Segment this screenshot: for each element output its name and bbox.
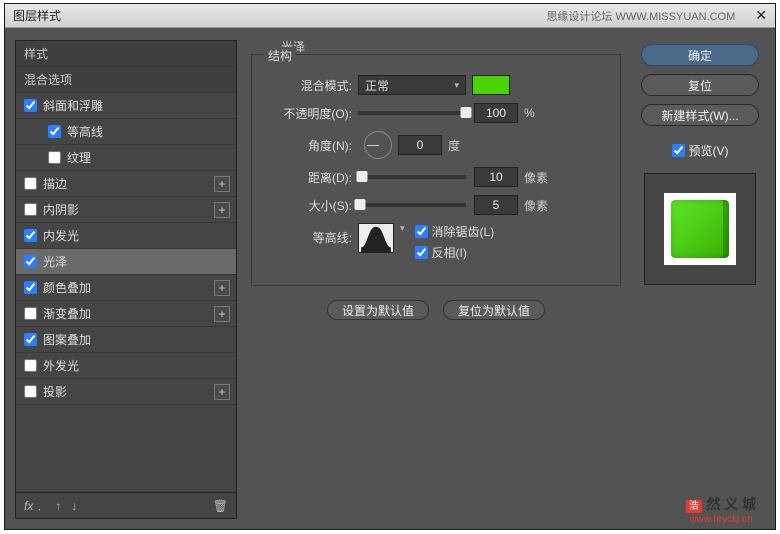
distance-input[interactable]: 10: [474, 167, 518, 187]
angle-unit: 度: [448, 137, 460, 154]
fieldset-legend: 结构: [264, 47, 296, 64]
blend-mode-row: 混合模式: 正常 ▾: [262, 75, 610, 95]
sidebar-item-bevel[interactable]: 斜面和浮雕: [16, 93, 236, 119]
size-label: 大小(S):: [262, 197, 358, 214]
chevron-down-icon[interactable]: ▾: [400, 223, 405, 234]
sidebar-item-texture[interactable]: 纹理: [16, 145, 236, 171]
right-panel: 确定 复位 新建样式(W)... 预览(V): [635, 40, 765, 519]
blend-mode-label: 混合模式:: [262, 77, 358, 94]
size-input[interactable]: 5: [474, 195, 518, 215]
plus-icon[interactable]: +: [214, 176, 230, 192]
distance-slider[interactable]: [358, 175, 466, 179]
ok-button[interactable]: 确定: [641, 44, 759, 66]
arrow-up-icon[interactable]: ↑: [55, 499, 61, 513]
sidebar-item-satin[interactable]: 光泽: [16, 249, 236, 275]
opacity-row: 不透明度(O): 100 %: [262, 103, 610, 123]
stroke-checkbox[interactable]: [24, 177, 37, 190]
sidebar-item-outer-glow[interactable]: 外发光: [16, 353, 236, 379]
sidebar-item-inner-glow[interactable]: 内发光: [16, 223, 236, 249]
preview-checkbox[interactable]: 预览(V): [672, 142, 729, 159]
blend-mode-select[interactable]: 正常 ▾: [358, 75, 466, 95]
opacity-unit: %: [524, 106, 535, 120]
sidebar-header-styles[interactable]: 样式: [16, 41, 236, 67]
sidebar-item-inner-shadow[interactable]: 内阴影+: [16, 197, 236, 223]
size-row: 大小(S): 5 像素: [262, 195, 610, 215]
reset-default-button[interactable]: 复位为默认值: [443, 300, 545, 320]
color-overlay-checkbox[interactable]: [24, 281, 37, 294]
gradient-overlay-checkbox[interactable]: [24, 307, 37, 320]
contour-label: 等高线:: [262, 223, 358, 246]
forum-credit: 思缘设计论坛 WWW.MISSYUAN.COM: [546, 8, 735, 24]
sidebar-item-stroke[interactable]: 描边+: [16, 171, 236, 197]
antialias-checkbox[interactable]: 消除锯齿(L): [415, 223, 495, 240]
arrow-down-icon[interactable]: ↓: [71, 499, 77, 513]
angle-input[interactable]: 0: [398, 135, 442, 155]
sidebar-item-contour[interactable]: 等高线: [16, 119, 236, 145]
dialog-title: 图层样式: [13, 7, 546, 24]
plus-icon[interactable]: +: [214, 306, 230, 322]
preview-swatch: [671, 200, 729, 258]
opacity-slider[interactable]: [358, 111, 466, 115]
preview-box: [644, 173, 756, 285]
plus-icon[interactable]: +: [214, 202, 230, 218]
slider-thumb[interactable]: [357, 171, 368, 182]
size-unit: 像素: [524, 197, 548, 214]
opacity-input[interactable]: 100: [474, 103, 518, 123]
chevron-down-icon: ▾: [454, 80, 459, 91]
inner-glow-checkbox[interactable]: [24, 229, 37, 242]
plus-icon[interactable]: +: [214, 280, 230, 296]
outer-glow-checkbox[interactable]: [24, 359, 37, 372]
angle-row: 角度(N): 0 度: [262, 131, 610, 159]
distance-unit: 像素: [524, 169, 548, 186]
structure-fieldset: 结构 混合模式: 正常 ▾ 不透明度(O): 100 % 角度(N): [251, 54, 621, 286]
distance-label: 距离(D):: [262, 169, 358, 186]
close-icon[interactable]: ✕: [755, 7, 767, 24]
satin-checkbox[interactable]: [24, 255, 37, 268]
invert-checkbox[interactable]: 反相(I): [415, 244, 495, 261]
sidebar-item-pattern-overlay[interactable]: 图案叠加: [16, 327, 236, 353]
slider-thumb[interactable]: [355, 199, 366, 210]
inner-shadow-checkbox[interactable]: [24, 203, 37, 216]
fx-icon[interactable]: fx﹒: [24, 497, 45, 514]
sidebar-item-gradient-overlay[interactable]: 渐变叠加+: [16, 301, 236, 327]
angle-label: 角度(N):: [262, 137, 358, 154]
watermark: 浩 然 义 城 www.hryckj.cn: [666, 484, 776, 534]
pattern-overlay-checkbox[interactable]: [24, 333, 37, 346]
set-default-button[interactable]: 设置为默认值: [327, 300, 429, 320]
drop-shadow-checkbox[interactable]: [24, 385, 37, 398]
layer-style-dialog: 图层样式 思缘设计论坛 WWW.MISSYUAN.COM ✕ 样式 混合选项 斜…: [4, 3, 776, 530]
sidebar-item-color-overlay[interactable]: 颜色叠加+: [16, 275, 236, 301]
size-slider[interactable]: [358, 203, 466, 207]
new-style-button[interactable]: 新建样式(W)...: [641, 104, 759, 126]
trash-icon[interactable]: 🗑: [213, 499, 228, 513]
sidebar-header-blend[interactable]: 混合选项: [16, 67, 236, 93]
styles-sidebar: 样式 混合选项 斜面和浮雕 等高线 纹理 描边+ 内阴影+ 内发光 光泽 颜色叠…: [15, 40, 237, 519]
sidebar-footer: fx﹒ ↑ ↓ 🗑: [16, 492, 236, 518]
slider-thumb[interactable]: [461, 107, 472, 118]
plus-icon[interactable]: +: [214, 384, 230, 400]
center-panel: 光泽 结构 混合模式: 正常 ▾ 不透明度(O): 100 %: [247, 40, 625, 519]
titlebar: 图层样式 思缘设计论坛 WWW.MISSYUAN.COM ✕: [5, 4, 775, 28]
contour-picker[interactable]: [358, 223, 394, 253]
opacity-label: 不透明度(O):: [262, 105, 358, 122]
reset-button[interactable]: 复位: [641, 74, 759, 96]
angle-dial[interactable]: [364, 131, 392, 159]
bevel-checkbox[interactable]: [24, 99, 37, 112]
color-swatch[interactable]: [472, 75, 510, 95]
preview-inner: [664, 193, 736, 265]
contour-checkbox[interactable]: [48, 125, 61, 138]
contour-row: 等高线: ▾ 消除锯齿(L) 反相(I): [262, 223, 610, 261]
distance-row: 距离(D): 10 像素: [262, 167, 610, 187]
texture-checkbox[interactable]: [48, 151, 61, 164]
sidebar-item-drop-shadow[interactable]: 投影+: [16, 379, 236, 405]
